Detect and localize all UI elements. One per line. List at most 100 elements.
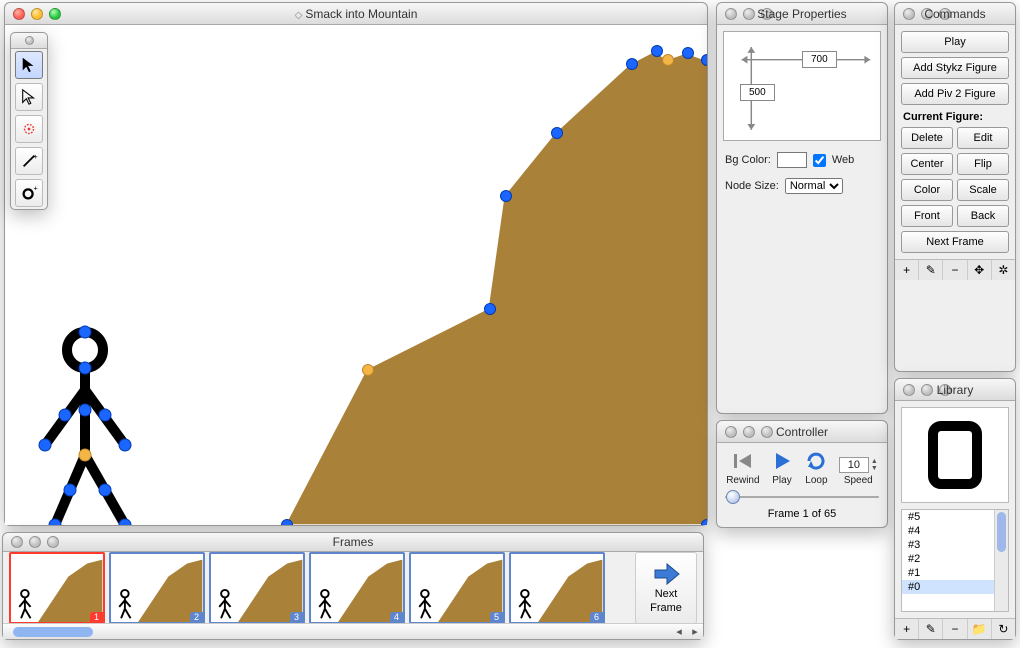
library-scrollbar[interactable] (994, 510, 1008, 611)
shape-node[interactable] (662, 54, 674, 66)
shape-node[interactable] (281, 519, 293, 525)
library-titlebar[interactable]: Library (895, 379, 1015, 401)
select-tool[interactable] (15, 51, 43, 79)
stage-height-field[interactable]: 500 (740, 84, 775, 101)
minimize-icon[interactable] (31, 8, 43, 20)
frame-thumb[interactable]: 3 (209, 552, 305, 623)
back-button[interactable]: Back (957, 205, 1009, 227)
web-color-checkbox[interactable] (813, 154, 826, 167)
close-icon[interactable] (725, 426, 737, 438)
direct-select-tool[interactable] (15, 83, 43, 111)
edit-icon[interactable]: ✎ (919, 260, 943, 280)
scroll-left-icon[interactable]: ◂ (671, 624, 687, 640)
speed-control[interactable]: 10 ▲▼ Speed (839, 457, 878, 486)
loop-button[interactable]: Loop (804, 449, 828, 486)
speed-field[interactable]: 10 (839, 457, 869, 473)
close-icon[interactable] (13, 8, 25, 20)
library-item[interactable]: #3 (902, 538, 1008, 552)
center-button[interactable]: Center (901, 153, 953, 175)
play-button[interactable]: Play (901, 31, 1009, 53)
stage-props-titlebar[interactable]: Stage Properties (717, 3, 887, 25)
toolbox-close-icon[interactable] (25, 36, 34, 45)
zoom-icon[interactable] (47, 536, 59, 548)
rewind-button[interactable]: Rewind (726, 449, 759, 486)
shape-node[interactable] (484, 303, 496, 315)
shape-node[interactable] (551, 127, 563, 139)
stage-width-field[interactable]: 700 (802, 51, 837, 68)
shape-node[interactable] (701, 519, 707, 525)
library-item[interactable]: #5 (902, 510, 1008, 524)
add-stykz-figure-button[interactable]: Add Stykz Figure (901, 57, 1009, 79)
zoom-icon[interactable] (761, 426, 773, 438)
frames-scrollbar[interactable]: ◂ ▸ (3, 623, 703, 639)
add-icon[interactable]: + (895, 619, 919, 639)
next-frame-button[interactable]: Next Frame (901, 231, 1009, 253)
close-icon[interactable] (903, 8, 915, 20)
edit-button[interactable]: Edit (957, 127, 1009, 149)
bg-color-swatch[interactable] (777, 152, 807, 168)
minimize-icon[interactable] (743, 426, 755, 438)
target-node-tool[interactable] (15, 115, 43, 143)
shape-node[interactable] (651, 45, 663, 57)
remove-icon[interactable]: − (943, 619, 967, 639)
library-panel: Library #5#4#3#2#1#0 + ✎ − 📁 ↻ (894, 378, 1016, 640)
line-tool[interactable]: + (15, 147, 43, 175)
frame-thumb[interactable]: 5 (409, 552, 505, 623)
frame-thumb[interactable]: 4 (309, 552, 405, 623)
scrollbar-thumb[interactable] (13, 627, 93, 637)
minimize-icon[interactable] (29, 536, 41, 548)
add-piv2-figure-button[interactable]: Add Piv 2 Figure (901, 83, 1009, 105)
speed-stepper[interactable]: ▲▼ (871, 458, 878, 472)
minimize-icon[interactable] (743, 8, 755, 20)
frame-thumb[interactable]: 6 (509, 552, 605, 623)
library-list[interactable]: #5#4#3#2#1#0 (901, 509, 1009, 612)
minimize-icon[interactable] (921, 8, 933, 20)
minimize-icon[interactable] (921, 384, 933, 396)
frames-titlebar[interactable]: Frames (3, 533, 703, 552)
toolbox-panel[interactable]: + + (10, 32, 48, 210)
shape-node[interactable] (701, 54, 707, 66)
scale-button[interactable]: Scale (957, 179, 1009, 201)
main-titlebar[interactable]: ◇Smack into Mountain (5, 3, 707, 25)
node-size-select[interactable]: Normal (785, 178, 843, 194)
add-circle-tool[interactable]: + (15, 179, 43, 207)
next-frame-button[interactable]: NextFrame (635, 552, 697, 623)
commands-titlebar[interactable]: Commands (895, 3, 1015, 25)
library-item[interactable]: #4 (902, 524, 1008, 538)
settings-icon[interactable]: ✲ (992, 260, 1015, 280)
controller-titlebar[interactable]: Controller (717, 421, 887, 443)
frame-thumb[interactable]: 2 (109, 552, 205, 623)
toolbox-titlebar[interactable] (11, 33, 47, 49)
close-icon[interactable] (903, 384, 915, 396)
front-button[interactable]: Front (901, 205, 953, 227)
shape-node[interactable] (500, 190, 512, 202)
frame-thumb[interactable]: 1 (9, 552, 105, 623)
scroll-right-icon[interactable]: ▸ (687, 624, 703, 640)
move-icon[interactable]: ✥ (968, 260, 992, 280)
flip-button[interactable]: Flip (957, 153, 1009, 175)
folder-icon[interactable]: 📁 (968, 619, 992, 639)
shape-node[interactable] (626, 58, 638, 70)
library-item[interactable]: #1 (902, 566, 1008, 580)
delete-button[interactable]: Delete (901, 127, 953, 149)
add-icon[interactable]: + (895, 260, 919, 280)
zoom-icon[interactable] (939, 384, 951, 396)
zoom-icon[interactable] (761, 8, 773, 20)
zoom-icon[interactable] (49, 8, 61, 20)
refresh-icon[interactable]: ↻ (992, 619, 1015, 639)
close-icon[interactable] (725, 8, 737, 20)
color-button[interactable]: Color (901, 179, 953, 201)
close-icon[interactable] (11, 536, 23, 548)
shape-node[interactable] (682, 47, 694, 59)
edit-icon[interactable]: ✎ (919, 619, 943, 639)
timeline-slider[interactable] (725, 490, 879, 504)
stage-canvas[interactable] (5, 25, 707, 525)
stick-figure[interactable] (25, 325, 165, 525)
play-button[interactable]: Play (770, 449, 794, 486)
library-item[interactable]: #2 (902, 552, 1008, 566)
zoom-icon[interactable] (939, 8, 951, 20)
remove-icon[interactable]: − (943, 260, 967, 280)
shape-node[interactable] (362, 364, 374, 376)
library-item[interactable]: #0 (902, 580, 1008, 594)
web-color-label: Web (832, 154, 854, 166)
